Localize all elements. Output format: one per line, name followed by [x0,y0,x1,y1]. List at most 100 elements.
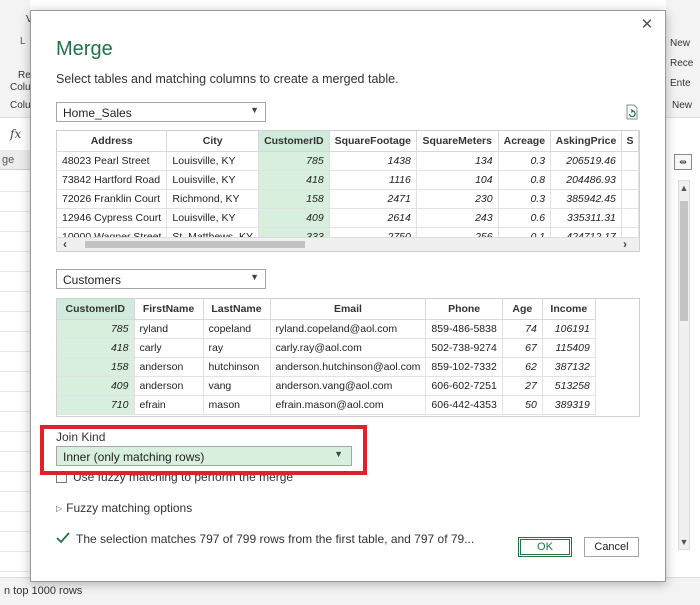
fuzzy-options-toggle[interactable]: ▷ Fuzzy matching options [56,501,192,515]
table-cell: carly [134,338,204,358]
table-cell: hutchinson [203,357,271,377]
column-header-askingprice[interactable]: AskingPrice [550,131,622,152]
second-table: CustomerID FirstName LastName Email Phone Age… [57,299,596,415]
column-header-s[interactable]: S [621,131,639,152]
column-header-squarefootage[interactable]: SquareFootage [329,131,417,152]
vertical-scrollbar[interactable]: ▲ ▼ [678,180,690,550]
table-row: 72026 Franklin Court Richmond, KY 158 2471 2… [57,189,639,209]
table-cell: anderson.hutchinson@aol.com [270,357,427,377]
ribbon-text: Colu [10,82,31,93]
column-header-city[interactable]: City [166,131,259,152]
ok-button[interactable]: OK [518,537,572,557]
first-table-select[interactable]: Home_Sales ▼ [56,102,266,122]
table-row: 73842 Hartford Road Louisville, KY 418 1116… [57,170,639,190]
ribbon-left: V L Re Colu Colu [0,0,33,118]
table-cell: 204486.93 [550,170,622,190]
table-cell: ryland [134,319,204,339]
table-cell: 409 [258,208,330,228]
table-cell: Richmond, KY [166,189,259,209]
table-cell: 67 [502,338,543,358]
table-cell: 502-738-9274 [425,338,503,358]
ribbon-right: New Rece Ente New [666,0,700,118]
table-cell: 158 [258,189,330,209]
column-header: ge [0,150,30,170]
table-row: 409 anderson vang anderson.vang@aol.com 606-… [57,376,596,396]
column-header-phone[interactable]: Phone [425,299,503,320]
scroll-right-icon[interactable]: › [623,237,627,251]
column-header-acreage[interactable]: Acreage [498,131,552,152]
table-row: 48023 Pearl Street Louisville, KY 785 1438 1… [57,151,639,171]
table-cell: 104 [416,170,499,190]
checkmark-icon [56,532,70,544]
table-cell: Louisville, KY [166,151,259,171]
column-header-email[interactable]: Email [270,299,427,320]
column-header-age[interactable]: Age [502,299,543,320]
scroll-down-icon[interactable]: ▼ [679,537,689,547]
table-cell: 418 [57,338,135,358]
column-header-income[interactable]: Income [542,299,596,320]
column-header-customerid[interactable]: CustomerID [57,299,135,320]
refresh-preview-icon[interactable] [625,104,639,120]
join-kind-value: Inner (only matching rows) [63,450,205,464]
table-header-row: CustomerID FirstName LastName Email Phone Age… [57,299,596,320]
expand-triangle-icon: ▷ [56,504,63,513]
ribbon-text: Rece [670,58,694,69]
second-table-select[interactable]: Customers ▼ [56,269,266,289]
ribbon-text: L [20,36,26,47]
table-cell [621,170,639,190]
table-cell: 0.3 [498,189,552,209]
table-cell: 158 [57,357,135,377]
table-cell: Louisville, KY [166,170,259,190]
table-cell: 243 [416,208,499,228]
table-cell [621,208,639,228]
second-table-preview: CustomerID FirstName LastName Email Phone Age… [56,298,640,417]
table-row: 12946 Cypress Court Louisville, KY 409 2614… [57,208,639,228]
second-table-select-value: Customers [63,273,122,287]
table-cell: anderson [134,376,204,396]
close-icon[interactable]: ✕ [639,17,655,33]
cancel-button[interactable]: Cancel [584,537,639,557]
table-cell: 1116 [329,170,417,190]
table-cell: 710 [57,395,135,415]
chevron-down-icon: ▼ [250,105,259,115]
table-cell: 785 [57,319,135,339]
table-cell [621,189,639,209]
table-row: 710 efrain mason efrain.mason@aol.com 606-44… [57,395,596,415]
table-cell: 230 [416,189,499,209]
table-header-row: Address City CustomerID SquareFootage Square… [57,131,639,152]
table-cell: 0.6 [498,208,552,228]
fuzzy-matching-checkbox[interactable] [56,472,67,483]
filter-icon[interactable]: ⇹ [674,154,692,170]
scroll-left-icon[interactable]: ‹ [63,237,67,251]
horizontal-scrollbar[interactable]: ‹ › [57,237,639,251]
table-cell: 206519.46 [550,151,622,171]
first-table-preview: Address City CustomerID SquareFootage Square… [56,130,640,252]
formula-fx-icon[interactable]: fx [10,127,21,141]
table-cell: 73842 Hartford Road [57,170,168,190]
table-cell: 409 [57,376,135,396]
table-cell: 115409 [542,338,596,358]
fuzzy-matching-row[interactable]: Use fuzzy matching to perform the merge [56,470,293,484]
table-cell: 0.8 [498,170,552,190]
column-header-customerid[interactable]: CustomerID [258,131,330,152]
column-header-firstname[interactable]: FirstName [134,299,204,320]
table-cell: vang [203,376,271,396]
match-status-text: The selection matches 797 of 799 rows fr… [76,532,475,546]
column-header-squaremeters[interactable]: SquareMeters [416,131,499,152]
table-cell: 134 [416,151,499,171]
dialog-subtitle: Select tables and matching columns to cr… [56,72,399,86]
scroll-thumb[interactable] [680,201,688,321]
table-cell: anderson [134,357,204,377]
ribbon-text: Colu [10,100,31,111]
column-header-address[interactable]: Address [57,131,168,152]
table-cell: 72026 Franklin Court [57,189,168,209]
chevron-down-icon: ▼ [250,272,259,282]
scroll-thumb[interactable] [85,241,305,248]
join-kind-label: Join Kind [56,430,106,444]
column-header-lastname[interactable]: LastName [203,299,271,320]
scroll-up-icon[interactable]: ▲ [679,183,689,193]
join-kind-select[interactable]: Inner (only matching rows) ▼ [56,446,352,466]
ribbon-text: New [672,100,693,111]
table-cell: 606-442-4353 [425,395,503,415]
table-cell: efrain [134,395,204,415]
